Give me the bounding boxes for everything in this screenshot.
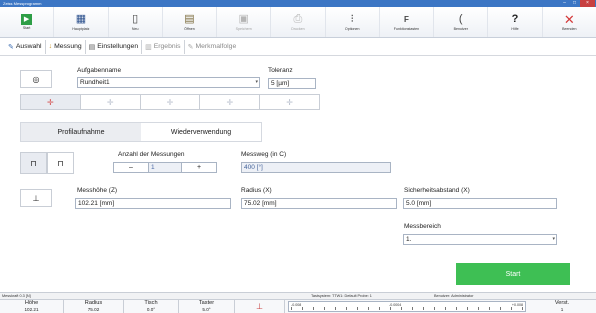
height-label: Messhöhe (Z) bbox=[77, 187, 118, 194]
save-icon: ▣ bbox=[238, 13, 249, 25]
crosshair-left-icon: ✛ bbox=[106, 97, 114, 107]
window-titlebar: Zeiss Messprogramm bbox=[0, 0, 596, 7]
user-icon: ( bbox=[458, 13, 463, 25]
user-button[interactable]: ( Benutzer bbox=[434, 7, 489, 37]
status-bar: Messkraft 0.3 [N] Tastsystem: TTW1: Defa… bbox=[0, 292, 596, 299]
height-input[interactable]: 102.21 [mm] bbox=[75, 198, 231, 209]
open-icon: ▤ bbox=[184, 13, 195, 25]
print-button[interactable]: ⎙ Drucken bbox=[271, 7, 326, 37]
new-file-icon: ▯ bbox=[132, 13, 139, 25]
single-measure-button[interactable]: ⊓ bbox=[20, 152, 47, 174]
main-tabs: ✎ Auswahl ↓ Messung ▤ Einstellungen ▥ Er… bbox=[0, 38, 596, 56]
print-icon: ⎙ bbox=[293, 13, 303, 25]
open-button[interactable]: ▤ Öffnen bbox=[163, 7, 218, 37]
dashboard-icon: ▦ bbox=[75, 13, 87, 25]
probe-direction-center[interactable]: ✛ bbox=[21, 95, 81, 109]
probe-graphic: ⊥ bbox=[235, 300, 285, 313]
ribbon-toolbar: ▶ Start ▦ Hauptplatz ▯ Neu ▤ Öffnen ▣ Sp… bbox=[0, 7, 596, 38]
readout-probe: Taster 5.0° bbox=[179, 300, 235, 313]
function-key-icon: F bbox=[404, 15, 409, 24]
multi-measure-button[interactable]: ⊓ bbox=[47, 152, 74, 174]
minimize-icon[interactable]: – bbox=[560, 0, 569, 7]
probe-multi-icon: ⊓ bbox=[57, 158, 64, 168]
new-button[interactable]: ▯ Neu bbox=[109, 7, 163, 37]
status-force: Messkraft 0.3 [N] bbox=[2, 294, 31, 298]
chevron-down-icon[interactable]: ▾ bbox=[552, 235, 555, 244]
tab-profilaufnahme[interactable]: Profilaufnahme bbox=[21, 123, 141, 141]
tab-merkmalfolge[interactable]: ✎ Merkmalfolge bbox=[185, 40, 240, 54]
exit-button[interactable]: ✕ Beenden bbox=[543, 7, 596, 37]
tab-wiederverwendung[interactable]: Wiederverwendung bbox=[141, 123, 261, 141]
count-label: Anzahl der Messungen bbox=[118, 151, 185, 158]
path-label: Messweg (in C) bbox=[241, 151, 287, 158]
task-type-button[interactable]: ◎ bbox=[20, 70, 52, 88]
tab-messung[interactable]: ↓ Messung bbox=[46, 39, 86, 54]
feature-sequence-icon: ✎ bbox=[187, 43, 194, 51]
crosshair-up-icon: ✛ bbox=[226, 97, 234, 107]
result-icon: ▥ bbox=[145, 43, 152, 51]
close-icon: ✕ bbox=[563, 12, 575, 27]
readout-deflection: Verst. 1 bbox=[554, 300, 570, 312]
start-toolbar-button[interactable]: ▶ Start bbox=[0, 7, 55, 37]
probe-direction-down[interactable]: ✛ bbox=[260, 95, 319, 109]
start-button[interactable]: Start bbox=[456, 263, 570, 285]
tolerance-input[interactable]: 5 [µm] bbox=[268, 78, 316, 89]
chevron-down-icon[interactable]: ▾ bbox=[255, 78, 258, 87]
measurement-subtabs: Profilaufnahme Wiederverwendung bbox=[20, 122, 262, 142]
increment-button[interactable]: + bbox=[182, 163, 216, 172]
range-select[interactable]: 1. ▾ bbox=[403, 234, 557, 245]
measure-icon: ↓ bbox=[48, 43, 53, 50]
options-icon: ⁝ bbox=[350, 13, 354, 25]
decrement-button[interactable]: – bbox=[114, 163, 148, 172]
probe-single-icon: ⊓ bbox=[30, 158, 37, 168]
probe-direction-selector: ✛ ✛ ✛ ✛ ✛ bbox=[20, 94, 320, 110]
window-close-icon[interactable]: × bbox=[580, 0, 595, 7]
probe-tip-icon: ⊥ bbox=[256, 302, 263, 311]
tolerance-label: Toleranz bbox=[268, 67, 293, 74]
task-name-label: Aufgabenname bbox=[77, 67, 122, 74]
path-value: 400 [°] bbox=[241, 162, 391, 173]
options-button[interactable]: ⁝ Optionen bbox=[326, 7, 380, 37]
crosshair-icon: ✛ bbox=[47, 97, 54, 107]
ruler-ticks bbox=[291, 307, 523, 310]
probe-direction-right[interactable]: ✛ bbox=[141, 95, 201, 109]
status-probe: Tastsystem: TTW1: Default Probe: 1 bbox=[311, 294, 372, 298]
crosshair-down-icon: ✛ bbox=[286, 97, 293, 107]
help-icon: ? bbox=[511, 13, 519, 25]
probe-direction-left[interactable]: ✛ bbox=[81, 95, 141, 109]
count-stepper: – 1 + bbox=[113, 162, 217, 173]
tab-ergebnis[interactable]: ▥ Ergebnis bbox=[142, 39, 185, 54]
tab-einstellungen[interactable]: ▤ Einstellungen bbox=[86, 39, 143, 54]
probe-direction-up[interactable]: ✛ bbox=[200, 95, 261, 109]
radius-label: Radius (X) bbox=[241, 187, 272, 194]
crosshair-right-icon: ✛ bbox=[166, 97, 174, 107]
tab-auswahl[interactable]: ✎ Auswahl bbox=[5, 39, 46, 54]
task-name-input[interactable]: Rundheit1 ▾ bbox=[77, 77, 260, 88]
readout-height: Höhe 102.21 bbox=[0, 300, 64, 313]
range-label: Messbereich bbox=[404, 223, 441, 230]
window-title: Zeiss Messprogramm bbox=[3, 1, 42, 6]
function-keys-button[interactable]: F Funktionstasten bbox=[380, 7, 435, 37]
help-button[interactable]: ? Hilfe bbox=[488, 7, 543, 37]
roundness-icon: ◎ bbox=[32, 74, 40, 84]
select-icon: ✎ bbox=[8, 43, 14, 51]
maximize-icon[interactable]: □ bbox=[570, 0, 579, 7]
readout-radius: Radius 75.02 bbox=[64, 300, 124, 313]
safety-label: Sicherheitsabstand (X) bbox=[404, 187, 470, 194]
status-user: Benutzer: Administrator bbox=[434, 294, 474, 298]
probe-position-button[interactable]: ⊥ bbox=[20, 189, 52, 207]
radius-input[interactable]: 75.02 [mm] bbox=[241, 198, 397, 209]
count-value[interactable]: 1 bbox=[148, 163, 182, 172]
probe-icon: ⊥ bbox=[32, 193, 40, 203]
play-icon: ▶ bbox=[21, 14, 33, 25]
deflection-ruler: -0.008 -0.0004 +0.008 bbox=[288, 301, 526, 312]
settings-icon: ▤ bbox=[88, 43, 96, 51]
save-button[interactable]: ▣ Speichern bbox=[217, 7, 272, 37]
readout-table: Tisch 0.0° bbox=[124, 300, 179, 313]
safety-input[interactable]: 5.0 [mm] bbox=[403, 198, 557, 209]
hauptplatz-button[interactable]: ▦ Hauptplatz bbox=[54, 7, 109, 37]
